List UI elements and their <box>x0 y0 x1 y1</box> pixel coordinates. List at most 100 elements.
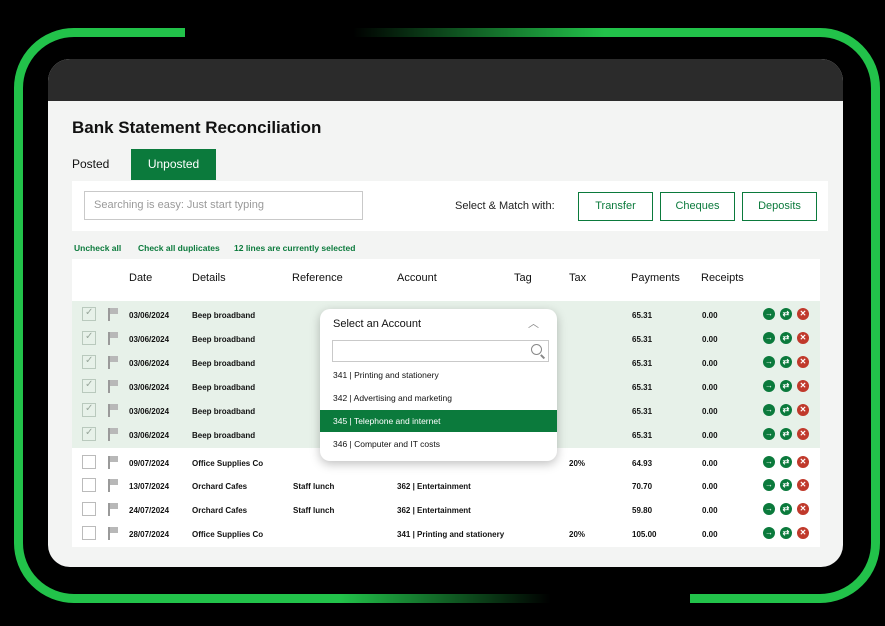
delete-icon[interactable]: ✕ <box>797 404 809 416</box>
header-date[interactable]: Date <box>129 272 152 284</box>
arrow-right-icon[interactable]: → <box>763 404 775 416</box>
window-titlebar <box>48 59 843 101</box>
toolbar: Searching is easy: Just start typing Sel… <box>72 181 828 231</box>
arrow-right-icon[interactable]: → <box>763 332 775 344</box>
match-icon[interactable]: ⇄ <box>780 503 792 515</box>
header-receipts[interactable]: Receipts <box>701 272 744 284</box>
delete-icon[interactable]: ✕ <box>797 356 809 368</box>
arrow-right-icon[interactable]: → <box>763 479 775 491</box>
cheques-button[interactable]: Cheques <box>660 192 735 221</box>
match-icon[interactable]: ⇄ <box>780 332 792 344</box>
payments-cell: 65.31 <box>632 335 653 344</box>
flag-icon[interactable] <box>108 404 119 417</box>
date-cell: 03/06/2024 <box>129 311 170 320</box>
arrow-right-icon[interactable]: → <box>763 428 775 440</box>
arrow-right-icon[interactable]: → <box>763 503 775 515</box>
dropdown-option[interactable]: 341 | Printing and stationery <box>320 364 557 386</box>
date-cell: 03/06/2024 <box>129 407 170 416</box>
selected-status: 12 lines are currently selected <box>234 243 356 253</box>
search-input[interactable]: Searching is easy: Just start typing <box>84 191 363 220</box>
transfer-button[interactable]: Transfer <box>578 192 653 221</box>
dropdown-option-selected[interactable]: 345 | Telephone and internet <box>320 410 557 432</box>
table-row[interactable]: 28/07/2024 Office Supplies Co 341 | Printi… <box>72 523 820 545</box>
payments-cell: 64.93 <box>632 459 653 468</box>
delete-icon[interactable]: ✕ <box>797 456 809 468</box>
row-checkbox[interactable] <box>82 478 96 492</box>
delete-icon[interactable]: ✕ <box>797 308 809 320</box>
arrow-right-icon[interactable]: → <box>763 380 775 392</box>
header-reference[interactable]: Reference <box>292 272 343 284</box>
receipts-cell: 0.00 <box>702 359 718 368</box>
delete-icon[interactable]: ✕ <box>797 503 809 515</box>
table-row[interactable]: 24/07/2024 Orchard Cafes Staff lunch 362 | … <box>72 499 820 521</box>
arrow-right-icon[interactable]: → <box>763 527 775 539</box>
row-checkbox[interactable] <box>82 331 96 345</box>
receipts-cell: 0.00 <box>702 335 718 344</box>
row-checkbox[interactable] <box>82 403 96 417</box>
tab-posted[interactable]: Posted <box>72 149 131 180</box>
header-payments[interactable]: Payments <box>631 272 680 284</box>
account-cell: 341 | Printing and stationery <box>397 530 505 539</box>
match-icon[interactable]: ⇄ <box>780 527 792 539</box>
details-cell: Orchard Cafes <box>192 482 248 491</box>
receipts-cell: 0.00 <box>702 506 718 515</box>
payments-cell: 59.80 <box>632 506 653 515</box>
match-icon[interactable]: ⇄ <box>780 428 792 440</box>
row-checkbox[interactable] <box>82 455 96 469</box>
dropdown-option[interactable]: 342 | Advertising and marketing <box>320 387 557 409</box>
match-icon[interactable]: ⇄ <box>780 380 792 392</box>
delete-icon[interactable]: ✕ <box>797 428 809 440</box>
table-row[interactable]: 13/07/2024 Orchard Cafes Staff lunch 362 | … <box>72 475 820 497</box>
flag-icon[interactable] <box>108 308 119 321</box>
flag-icon[interactable] <box>108 456 119 469</box>
chevron-up-icon[interactable]: ︿ <box>528 315 539 331</box>
details-cell: Beep broadband <box>192 311 256 320</box>
flag-icon[interactable] <box>108 380 119 393</box>
flag-icon[interactable] <box>108 479 119 492</box>
receipts-cell: 0.00 <box>702 431 718 440</box>
header-account[interactable]: Account <box>397 272 437 284</box>
flag-icon[interactable] <box>108 356 119 369</box>
row-checkbox[interactable] <box>82 526 96 540</box>
check-duplicates-link[interactable]: Check all duplicates <box>138 243 220 253</box>
table-header: Date Details Reference Account Tag Tax P… <box>72 259 820 301</box>
payments-cell: 65.31 <box>632 407 653 416</box>
row-checkbox[interactable] <box>82 379 96 393</box>
row-checkbox[interactable] <box>82 307 96 321</box>
flag-icon[interactable] <box>108 332 119 345</box>
match-label: Select & Match with: <box>455 200 555 212</box>
details-cell: Office Supplies Co <box>192 459 264 468</box>
delete-icon[interactable]: ✕ <box>797 527 809 539</box>
row-checkbox[interactable] <box>82 355 96 369</box>
header-details[interactable]: Details <box>192 272 226 284</box>
flag-icon[interactable] <box>108 527 119 540</box>
match-icon[interactable]: ⇄ <box>780 479 792 491</box>
header-tax[interactable]: Tax <box>569 272 586 284</box>
frame-fade-bottom <box>340 592 690 612</box>
dropdown-search-input[interactable] <box>332 340 549 362</box>
match-icon[interactable]: ⇄ <box>780 404 792 416</box>
search-icon <box>531 344 542 355</box>
tax-cell: 20% <box>569 530 586 539</box>
dropdown-option[interactable]: 346 | Computer and IT costs <box>320 433 557 455</box>
account-cell: 362 | Entertainment <box>397 506 471 515</box>
delete-icon[interactable]: ✕ <box>797 479 809 491</box>
delete-icon[interactable]: ✕ <box>797 332 809 344</box>
delete-icon[interactable]: ✕ <box>797 380 809 392</box>
arrow-right-icon[interactable]: → <box>763 456 775 468</box>
arrow-right-icon[interactable]: → <box>763 308 775 320</box>
deposits-button[interactable]: Deposits <box>742 192 817 221</box>
flag-icon[interactable] <box>108 503 119 516</box>
row-checkbox[interactable] <box>82 427 96 441</box>
account-dropdown: Select an Account ︿ 341 | Printing and s… <box>320 309 557 461</box>
header-tag[interactable]: Tag <box>514 272 532 284</box>
arrow-right-icon[interactable]: → <box>763 356 775 368</box>
uncheck-all-link[interactable]: Uncheck all <box>74 243 121 253</box>
match-icon[interactable]: ⇄ <box>780 308 792 320</box>
tab-unposted[interactable]: Unposted <box>131 149 216 180</box>
details-cell: Beep broadband <box>192 407 256 416</box>
match-icon[interactable]: ⇄ <box>780 356 792 368</box>
row-checkbox[interactable] <box>82 502 96 516</box>
flag-icon[interactable] <box>108 428 119 441</box>
match-icon[interactable]: ⇄ <box>780 456 792 468</box>
